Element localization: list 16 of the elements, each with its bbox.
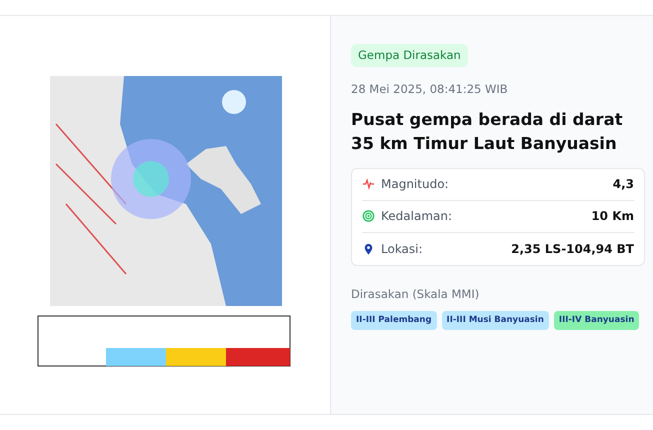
date-time: 28 Mei 2025, 08:41:25 WIB (351, 81, 509, 98)
section-heading: Dirasakan (Skala MMI) (351, 286, 480, 302)
intensity-tag: II-III Musi Banyuasin (442, 310, 549, 330)
seismograph-icon (362, 177, 375, 191)
map-pin-icon (362, 242, 375, 256)
target-icon (362, 209, 375, 223)
intensity-tag: II-III Palembang (351, 310, 437, 330)
detail-label: Lokasi: (381, 240, 423, 258)
detail-value: 4,3 (612, 176, 634, 193)
detail-label: Kedalaman: (381, 208, 452, 225)
status-badge: Gempa Dirasakan (351, 44, 468, 68)
detail-value: 2,35 LS-104,94 BT (511, 240, 634, 258)
intensity-tag: III-IV Banyuasin (554, 310, 640, 330)
detail-value: 10 Km (591, 208, 634, 225)
detail-label: Magnitudo: (381, 176, 449, 193)
headline: Pusat gempa berada di darat 35 km Timur Laut Banyuasin (351, 108, 624, 155)
